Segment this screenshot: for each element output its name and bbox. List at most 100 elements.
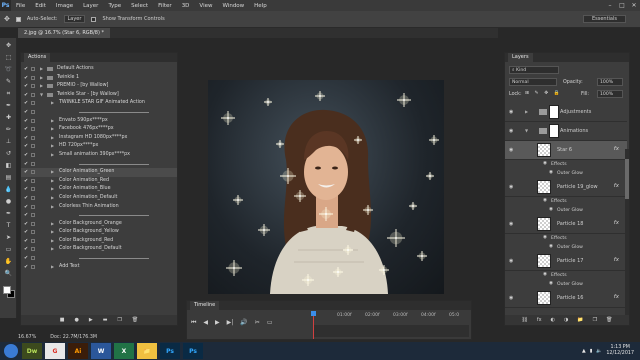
brush-tool-icon[interactable]: ✏ (4, 126, 13, 134)
taskbar-app-icon[interactable]: Ps (160, 343, 180, 359)
effects-row[interactable]: ◉ Effects (505, 160, 627, 169)
auto-select-checkbox[interactable] (15, 16, 21, 22)
canvas-area[interactable] (180, 38, 496, 318)
close-button[interactable]: ✕ (628, 2, 640, 9)
blur-tool-icon[interactable]: 💧 (4, 186, 13, 194)
layers-scrollbar[interactable] (625, 149, 629, 319)
transform-controls-checkbox[interactable] (91, 16, 97, 22)
layer-name[interactable]: Particle 19_glow (557, 184, 598, 190)
layer-effects-icon[interactable]: fx (614, 183, 619, 189)
chevron-right-icon[interactable]: ▶ (51, 194, 54, 203)
lasso-tool-icon[interactable]: ➰ (4, 66, 13, 74)
check-icon[interactable]: ✔ (24, 177, 28, 186)
chevron-right-icon[interactable]: ▶ (51, 203, 54, 212)
chevron-down-icon[interactable]: ▼ (525, 128, 528, 133)
chevron-right-icon[interactable]: ▶ (51, 134, 54, 143)
dialog-toggle[interactable] (31, 75, 35, 80)
effects-row[interactable]: ◉ Effects (505, 197, 627, 206)
foreground-color-swatch[interactable] (3, 286, 11, 294)
timeline-ruler[interactable]: 01:00f 02:00f 03:00f 04:00f 05:0 (313, 313, 469, 323)
action-row[interactable]: ✔ ▶ Color Background_Yellow (21, 228, 177, 237)
check-icon[interactable]: ✔ (24, 99, 28, 108)
chevron-right-icon[interactable]: ▶ (51, 117, 54, 126)
delete-icon[interactable]: 🗑 (132, 317, 138, 323)
first-frame-icon[interactable]: ⏮ (191, 319, 196, 327)
start-button[interactable] (4, 344, 18, 358)
add-mask-icon[interactable]: ◐ (551, 317, 555, 323)
document-image[interactable] (208, 80, 444, 294)
dialog-toggle[interactable] (31, 238, 35, 243)
history-brush-tool-icon[interactable]: ↺ (4, 150, 13, 158)
dialog-toggle[interactable] (31, 118, 35, 123)
layer-thumbnail[interactable] (537, 254, 551, 268)
quick-select-tool-icon[interactable]: ✎ (4, 78, 13, 86)
check-icon[interactable]: ✔ (24, 220, 28, 229)
chevron-right-icon[interactable]: ▶ (51, 151, 54, 160)
move-tool-icon[interactable]: ✥ (4, 42, 13, 50)
new-action-icon[interactable]: ❐ (117, 317, 121, 323)
dodge-tool-icon[interactable]: ● (4, 198, 13, 206)
taskbar-app-icon[interactable]: Dw (22, 343, 42, 359)
action-row[interactable]: ✔ ▶ Colorless Thin Animation (21, 203, 177, 212)
layer-group-row[interactable]: ◉ ▶ Adjustments (505, 103, 627, 122)
layer-filter-kind[interactable]: ⌕ Kind (509, 66, 559, 74)
layer-name[interactable]: Particle 17 (557, 258, 583, 264)
layer-thumbnail[interactable] (537, 217, 551, 231)
menu-layer[interactable]: Layer (78, 3, 103, 9)
move-tool-icon[interactable]: ✥ (4, 15, 10, 23)
chevron-right-icon[interactable]: ▶ (40, 65, 43, 74)
layers-tab[interactable]: Layers (508, 53, 533, 62)
action-row[interactable]: ✔ ▶ Facebook 476px****px (21, 125, 177, 134)
actions-tab[interactable]: Actions (24, 53, 51, 62)
menu-view[interactable]: View (194, 3, 217, 9)
visibility-eye-icon[interactable]: ◉ (549, 244, 553, 249)
action-row[interactable]: ✔ ▶ Default Actions (21, 65, 177, 74)
layer-effects-icon[interactable]: fx (614, 220, 619, 226)
dialog-toggle[interactable] (31, 135, 35, 140)
chevron-right-icon[interactable]: ▶ (51, 220, 54, 229)
chevron-right-icon[interactable]: ▶ (51, 177, 54, 186)
layer-name[interactable]: Adjustments (560, 109, 591, 115)
layer-row[interactable]: ◉ Particle 16 fx (505, 289, 627, 308)
audio-icon[interactable]: 🔊 (240, 319, 247, 327)
action-row[interactable]: ✔ ▶ Envato 590px****px (21, 117, 177, 126)
action-row[interactable]: ✔ ▶ Color Animation_Red (21, 177, 177, 186)
action-row[interactable]: ✔ ▶ Color Background_Red (21, 237, 177, 246)
visibility-eye-icon[interactable]: ◉ (509, 128, 513, 134)
check-icon[interactable]: ✔ (24, 151, 28, 160)
menu-image[interactable]: Image (51, 3, 78, 9)
action-row[interactable]: ✔ ▶ Color Animation_Green (21, 168, 177, 177)
layer-mask-thumbnail[interactable] (549, 105, 559, 119)
delete-layer-icon[interactable]: 🗑 (606, 317, 612, 323)
taskbar-app-icon[interactable]: Ai (68, 343, 88, 359)
action-row[interactable]: ✔ ▶ Color Animation_Default (21, 194, 177, 203)
fill-input[interactable]: 100% (597, 90, 623, 98)
layer-group-row[interactable]: ◉ ▼ Animations (505, 122, 627, 141)
layer-thumbnail[interactable] (537, 143, 551, 157)
gradient-tool-icon[interactable]: ▤ (4, 174, 13, 182)
outer-glow-row[interactable]: ◉ Outer Glow (505, 169, 627, 178)
check-icon[interactable]: ✔ (24, 160, 28, 169)
check-icon[interactable]: ✔ (24, 237, 28, 246)
chevron-right-icon[interactable]: ▶ (51, 237, 54, 246)
menu-help[interactable]: Help (249, 3, 272, 9)
chevron-right-icon[interactable]: ▶ (51, 125, 54, 134)
dialog-toggle[interactable] (31, 195, 35, 200)
layer-row[interactable]: ◉ Particle 17 fx (505, 252, 627, 271)
new-set-icon[interactable]: ▬ (103, 317, 108, 323)
dialog-toggle[interactable] (31, 230, 35, 235)
layer-name[interactable]: Particle 18 (557, 221, 583, 227)
check-icon[interactable]: ✔ (24, 117, 28, 126)
visibility-eye-icon[interactable]: ◉ (509, 184, 513, 190)
crop-tool-icon[interactable]: ⌗ (4, 90, 13, 98)
dialog-toggle[interactable] (31, 67, 35, 71)
action-row[interactable]: ✔ ▶ Instagram HD 1080px****px (21, 134, 177, 143)
action-separator[interactable]: ✔ (21, 211, 177, 220)
action-row[interactable]: ✔ ▶ Color Animation_Blue (21, 185, 177, 194)
next-frame-icon[interactable]: ▶| (227, 319, 234, 327)
chevron-right-icon[interactable]: ▶ (51, 263, 54, 272)
chevron-down-icon[interactable]: ▼ (40, 91, 43, 100)
visibility-eye-icon[interactable]: ◉ (509, 258, 513, 264)
layer-thumbnail[interactable] (537, 291, 551, 305)
add-style-icon[interactable]: fx (537, 317, 542, 323)
